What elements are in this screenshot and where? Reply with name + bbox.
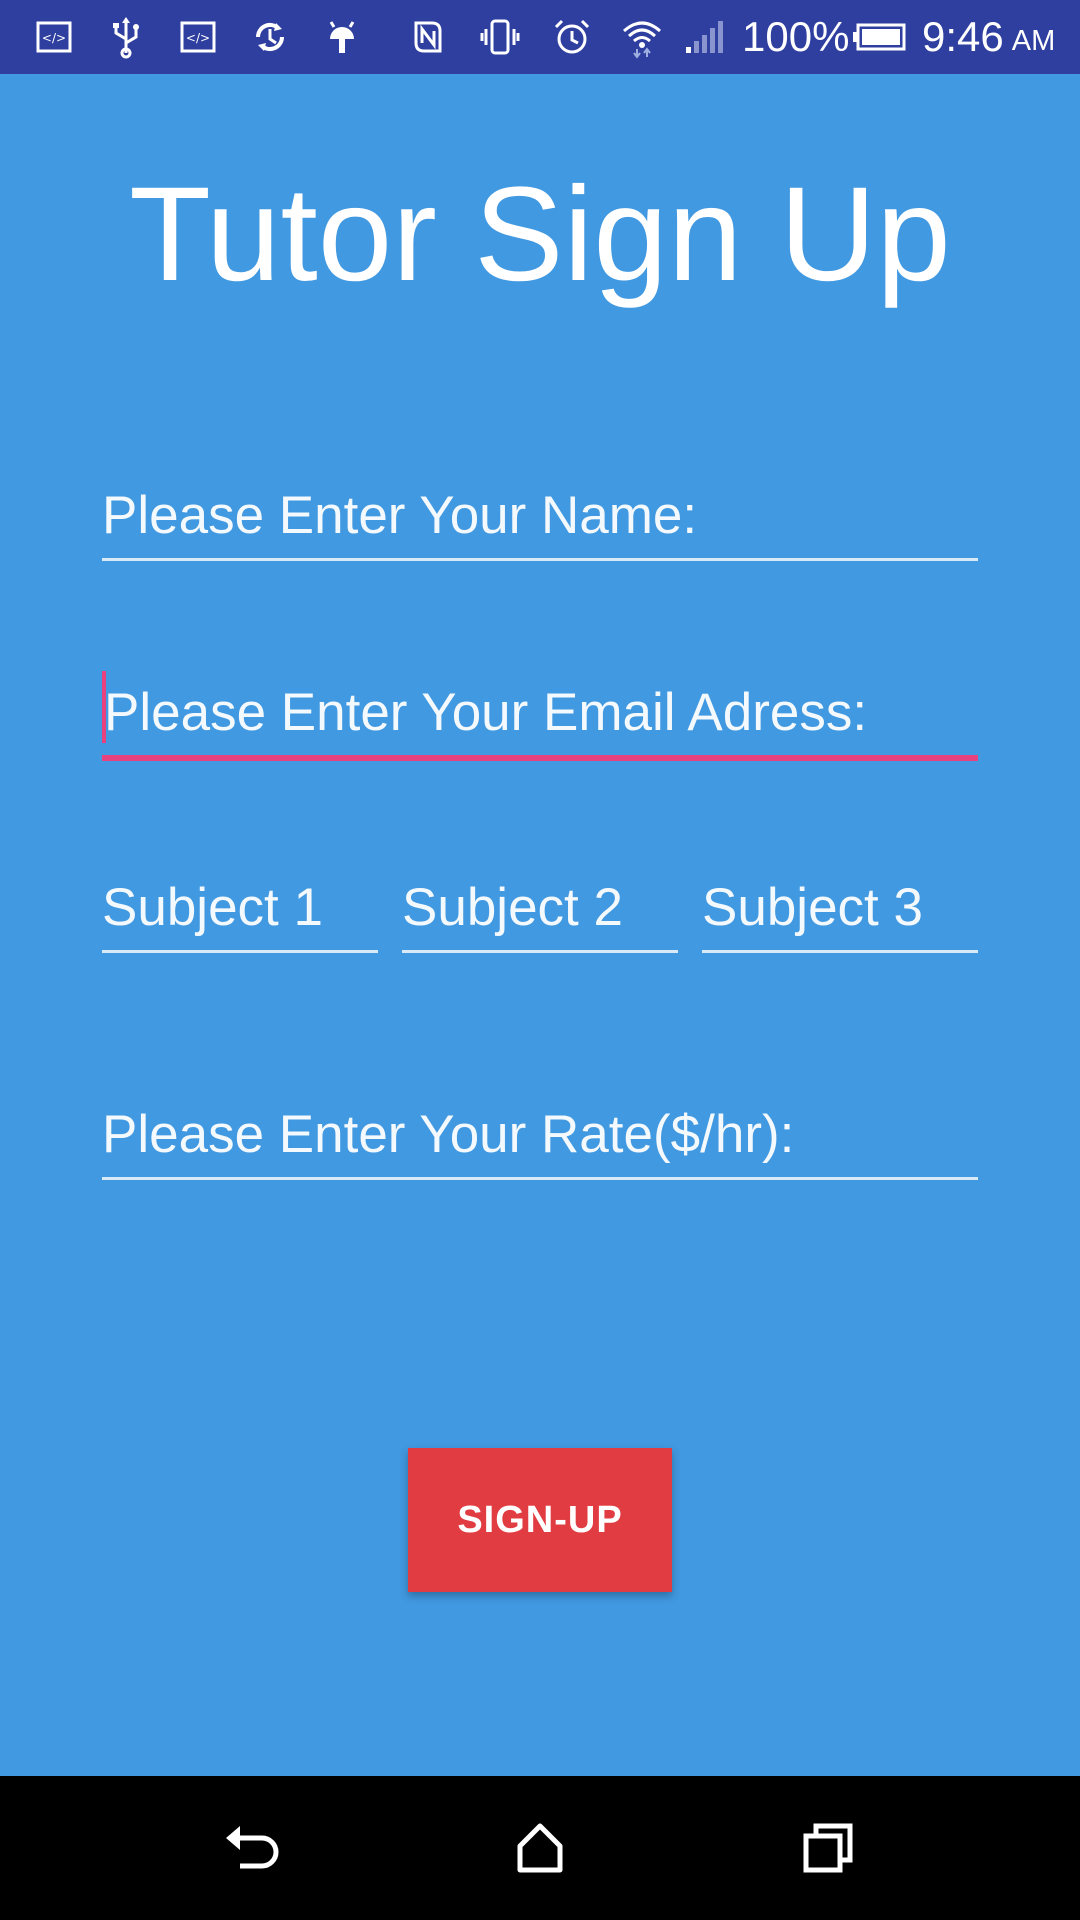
svg-text:</>: </> [186,31,210,45]
clock-time: 9:46 [922,13,1004,60]
battery-icon [852,13,912,61]
status-bar: </> </> 100% 9:46 AM [0,0,1080,74]
code-icon: </> [176,13,220,61]
battery-percent: 100% [742,13,850,60]
subject-2-field[interactable]: Subject 2 [402,866,678,953]
page-title: Tutor Sign Up [129,160,951,309]
vibrate-icon [478,13,522,61]
wifi-icon [620,13,664,61]
clock: 9:46 AM [922,0,1055,74]
usb-icon [104,13,148,61]
email-placeholder: Please Enter Your Email Adress: [104,683,868,742]
subject-1-field[interactable]: Subject 1 [102,866,378,953]
android-icon [320,13,364,61]
clock-ampm: AM [1011,24,1056,57]
name-field[interactable]: Please Enter Your Name: [102,470,978,561]
subject-3-placeholder: Subject 3 [702,878,923,937]
subject-1-placeholder: Subject 1 [102,878,323,937]
signup-button[interactable]: SIGN-UP [408,1448,672,1592]
signal-icon [682,13,726,61]
name-placeholder: Please Enter Your Name: [102,486,698,545]
subject-2-placeholder: Subject 2 [402,878,623,937]
home-icon[interactable] [490,1798,590,1898]
recents-icon[interactable] [778,1798,878,1898]
rate-placeholder: Please Enter Your Rate($/hr): [102,1105,795,1164]
back-icon[interactable] [202,1798,302,1898]
alarm-icon [550,13,594,61]
svg-text:</>: </> [42,31,66,45]
nfc-icon [406,13,450,61]
navigation-bar [0,1776,1080,1920]
code-icon: </> [32,13,76,61]
email-field[interactable]: Please Enter Your Email Adress: [102,668,978,761]
subject-3-field[interactable]: Subject 3 [702,866,978,953]
sync-icon [248,13,292,61]
rate-field[interactable]: Please Enter Your Rate($/hr): [102,1090,978,1180]
